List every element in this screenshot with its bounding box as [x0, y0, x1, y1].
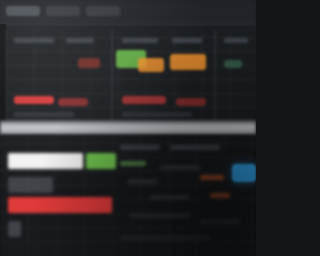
- table-cell: [210, 193, 230, 198]
- tab-strip: [6, 6, 120, 16]
- table-cell: [128, 179, 158, 184]
- teal-sparkline: [224, 60, 242, 68]
- table-cell: [160, 165, 200, 170]
- summary-bar: [8, 177, 53, 193]
- table-cell: [14, 112, 74, 117]
- table-cell: [170, 145, 220, 150]
- table-cell: [120, 235, 210, 240]
- panel-divider: [111, 30, 113, 122]
- orange-sparkline: [170, 54, 206, 70]
- dashboard-screen: [0, 0, 256, 256]
- bottom-panel: [0, 135, 256, 256]
- summary-bar: [8, 221, 21, 237]
- panel-divider: [214, 30, 216, 122]
- panel-header: [224, 38, 248, 43]
- tab-2[interactable]: [46, 6, 80, 16]
- alert-strip: [14, 96, 54, 104]
- panel-separator: [0, 121, 256, 135]
- blue-toggle[interactable]: [232, 164, 256, 182]
- panel-header: [14, 38, 54, 43]
- summary-bar: [8, 153, 83, 169]
- panel-grid: [6, 30, 256, 122]
- red-sparkline: [78, 58, 100, 68]
- alert-strip: [176, 98, 206, 106]
- table-cell: [150, 195, 190, 200]
- panel-header: [122, 38, 158, 43]
- panel-header: [172, 38, 202, 43]
- alert-strip: [122, 96, 166, 104]
- window-titlebar: [0, 0, 256, 25]
- tab-1[interactable]: [6, 6, 40, 16]
- panel-header: [66, 38, 94, 43]
- table-cell: [200, 175, 224, 180]
- table-cell: [122, 112, 192, 117]
- alert-strip: [58, 98, 88, 106]
- top-panel: [6, 30, 256, 122]
- summary-bar: [86, 153, 116, 169]
- table-cell: [200, 219, 240, 224]
- summary-bar: [8, 197, 112, 213]
- tab-3[interactable]: [86, 6, 120, 16]
- table-cell: [120, 161, 146, 166]
- table-cell: [120, 145, 160, 150]
- orange-sparkline: [138, 58, 164, 72]
- table-cell: [130, 213, 190, 218]
